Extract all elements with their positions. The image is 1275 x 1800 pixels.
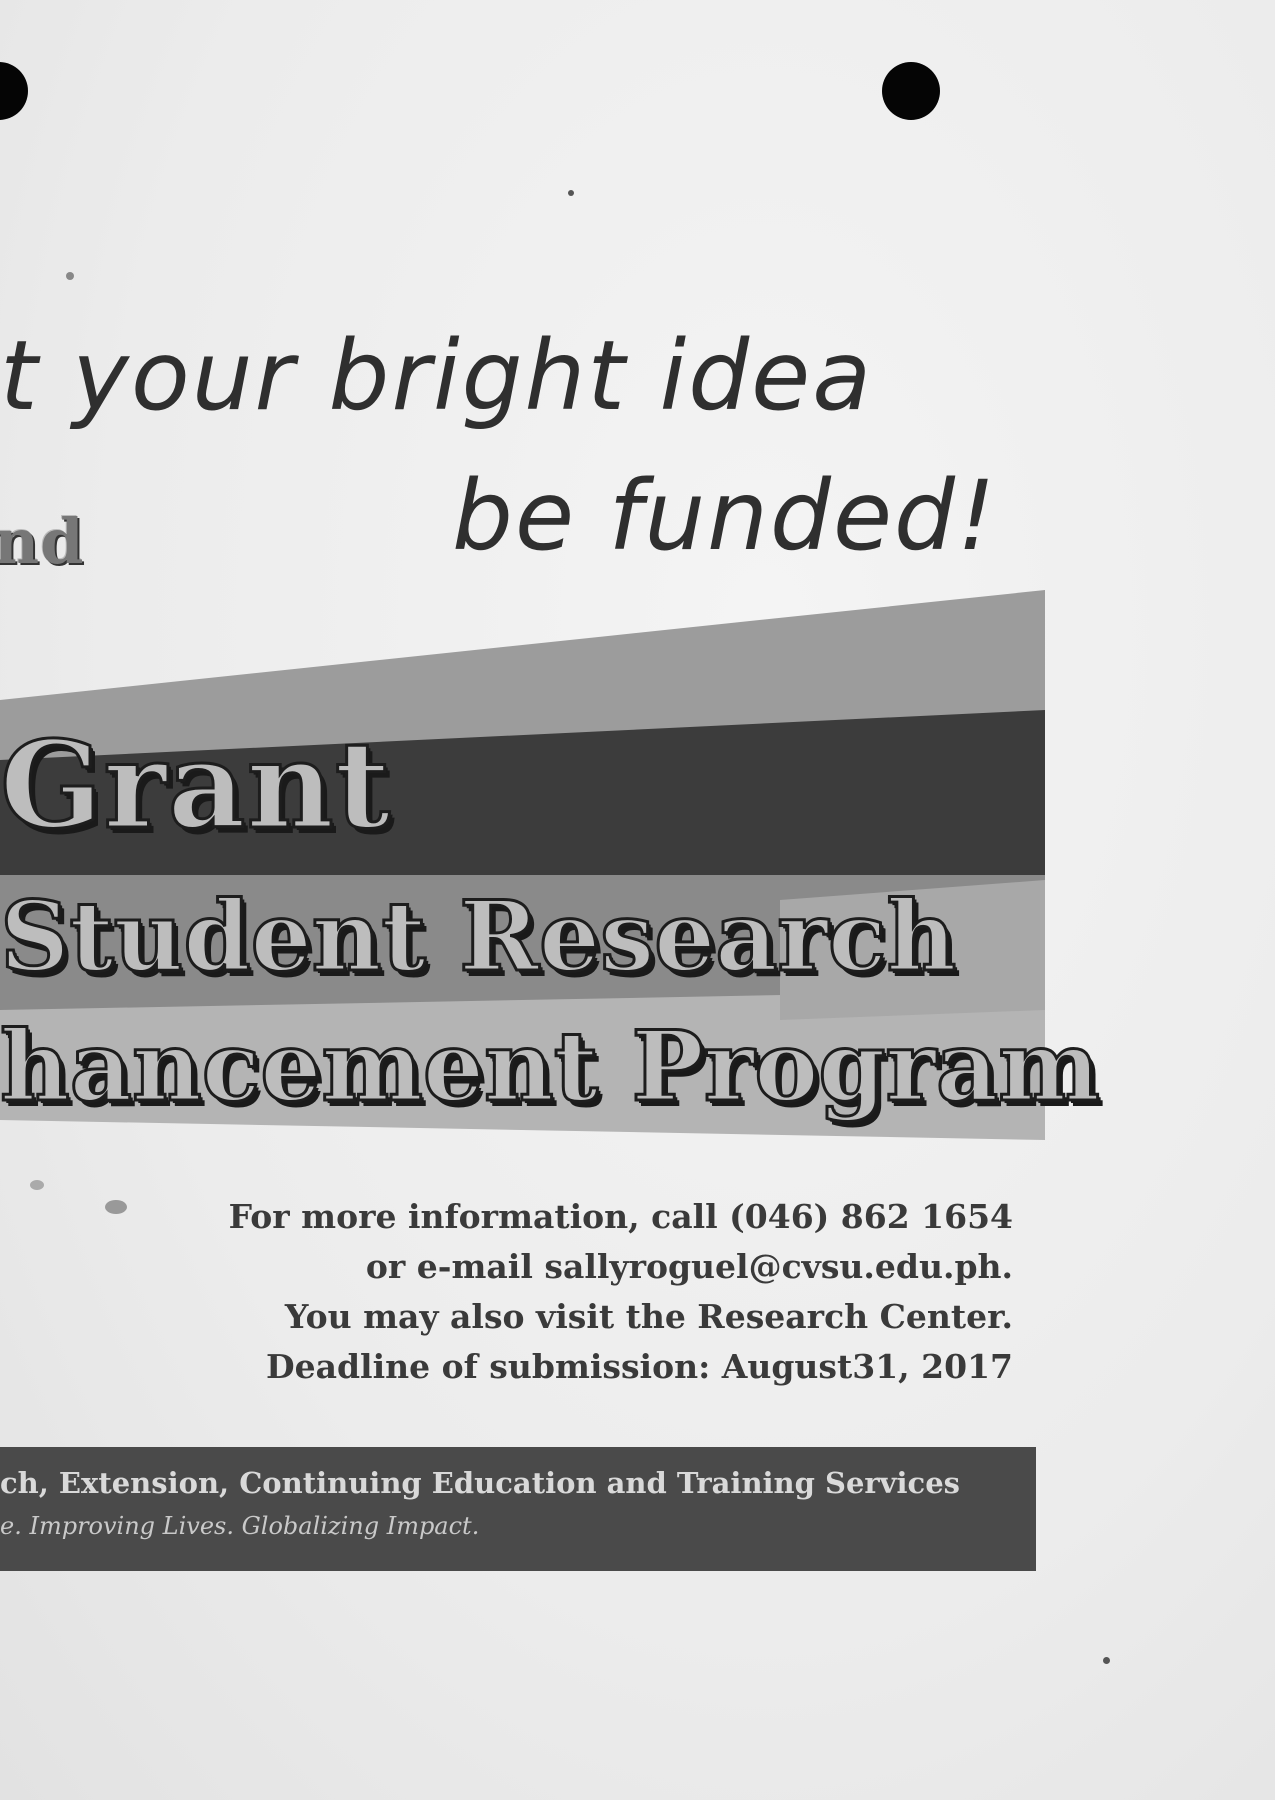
- headline-line-2: be funded!: [452, 460, 998, 572]
- contact-visit-line: You may also visit the Research Center.: [284, 1297, 1013, 1336]
- footer-tagline: e. Improving Lives. Globalizing Impact.: [0, 1512, 480, 1540]
- contact-email-line: or e-mail sallyroguel@cvsu.edu.ph.: [365, 1247, 1013, 1286]
- contact-phone-line: For more information, call (046) 862 165…: [228, 1197, 1013, 1236]
- footer-office-name: ch, Extension, Continuing Education and …: [0, 1466, 960, 1500]
- speck: [30, 1180, 44, 1190]
- submission-deadline-line: Deadline of submission: August31, 2017: [265, 1347, 1013, 1386]
- speck: [66, 272, 74, 280]
- headline-fragment: nd: [0, 505, 85, 578]
- punch-hole-right: [882, 62, 940, 120]
- program-title-line-1: Grant: [0, 714, 392, 858]
- contact-info: For more information, call (046) 862 165…: [173, 1192, 1013, 1392]
- speck: [1103, 1657, 1110, 1664]
- speck: [105, 1200, 127, 1214]
- program-title-line-2: Student Research: [0, 879, 958, 995]
- headline-line-1: t your bright idea: [0, 320, 874, 432]
- speck: [568, 190, 574, 196]
- program-title-line-3: hancement Program: [0, 1009, 1101, 1125]
